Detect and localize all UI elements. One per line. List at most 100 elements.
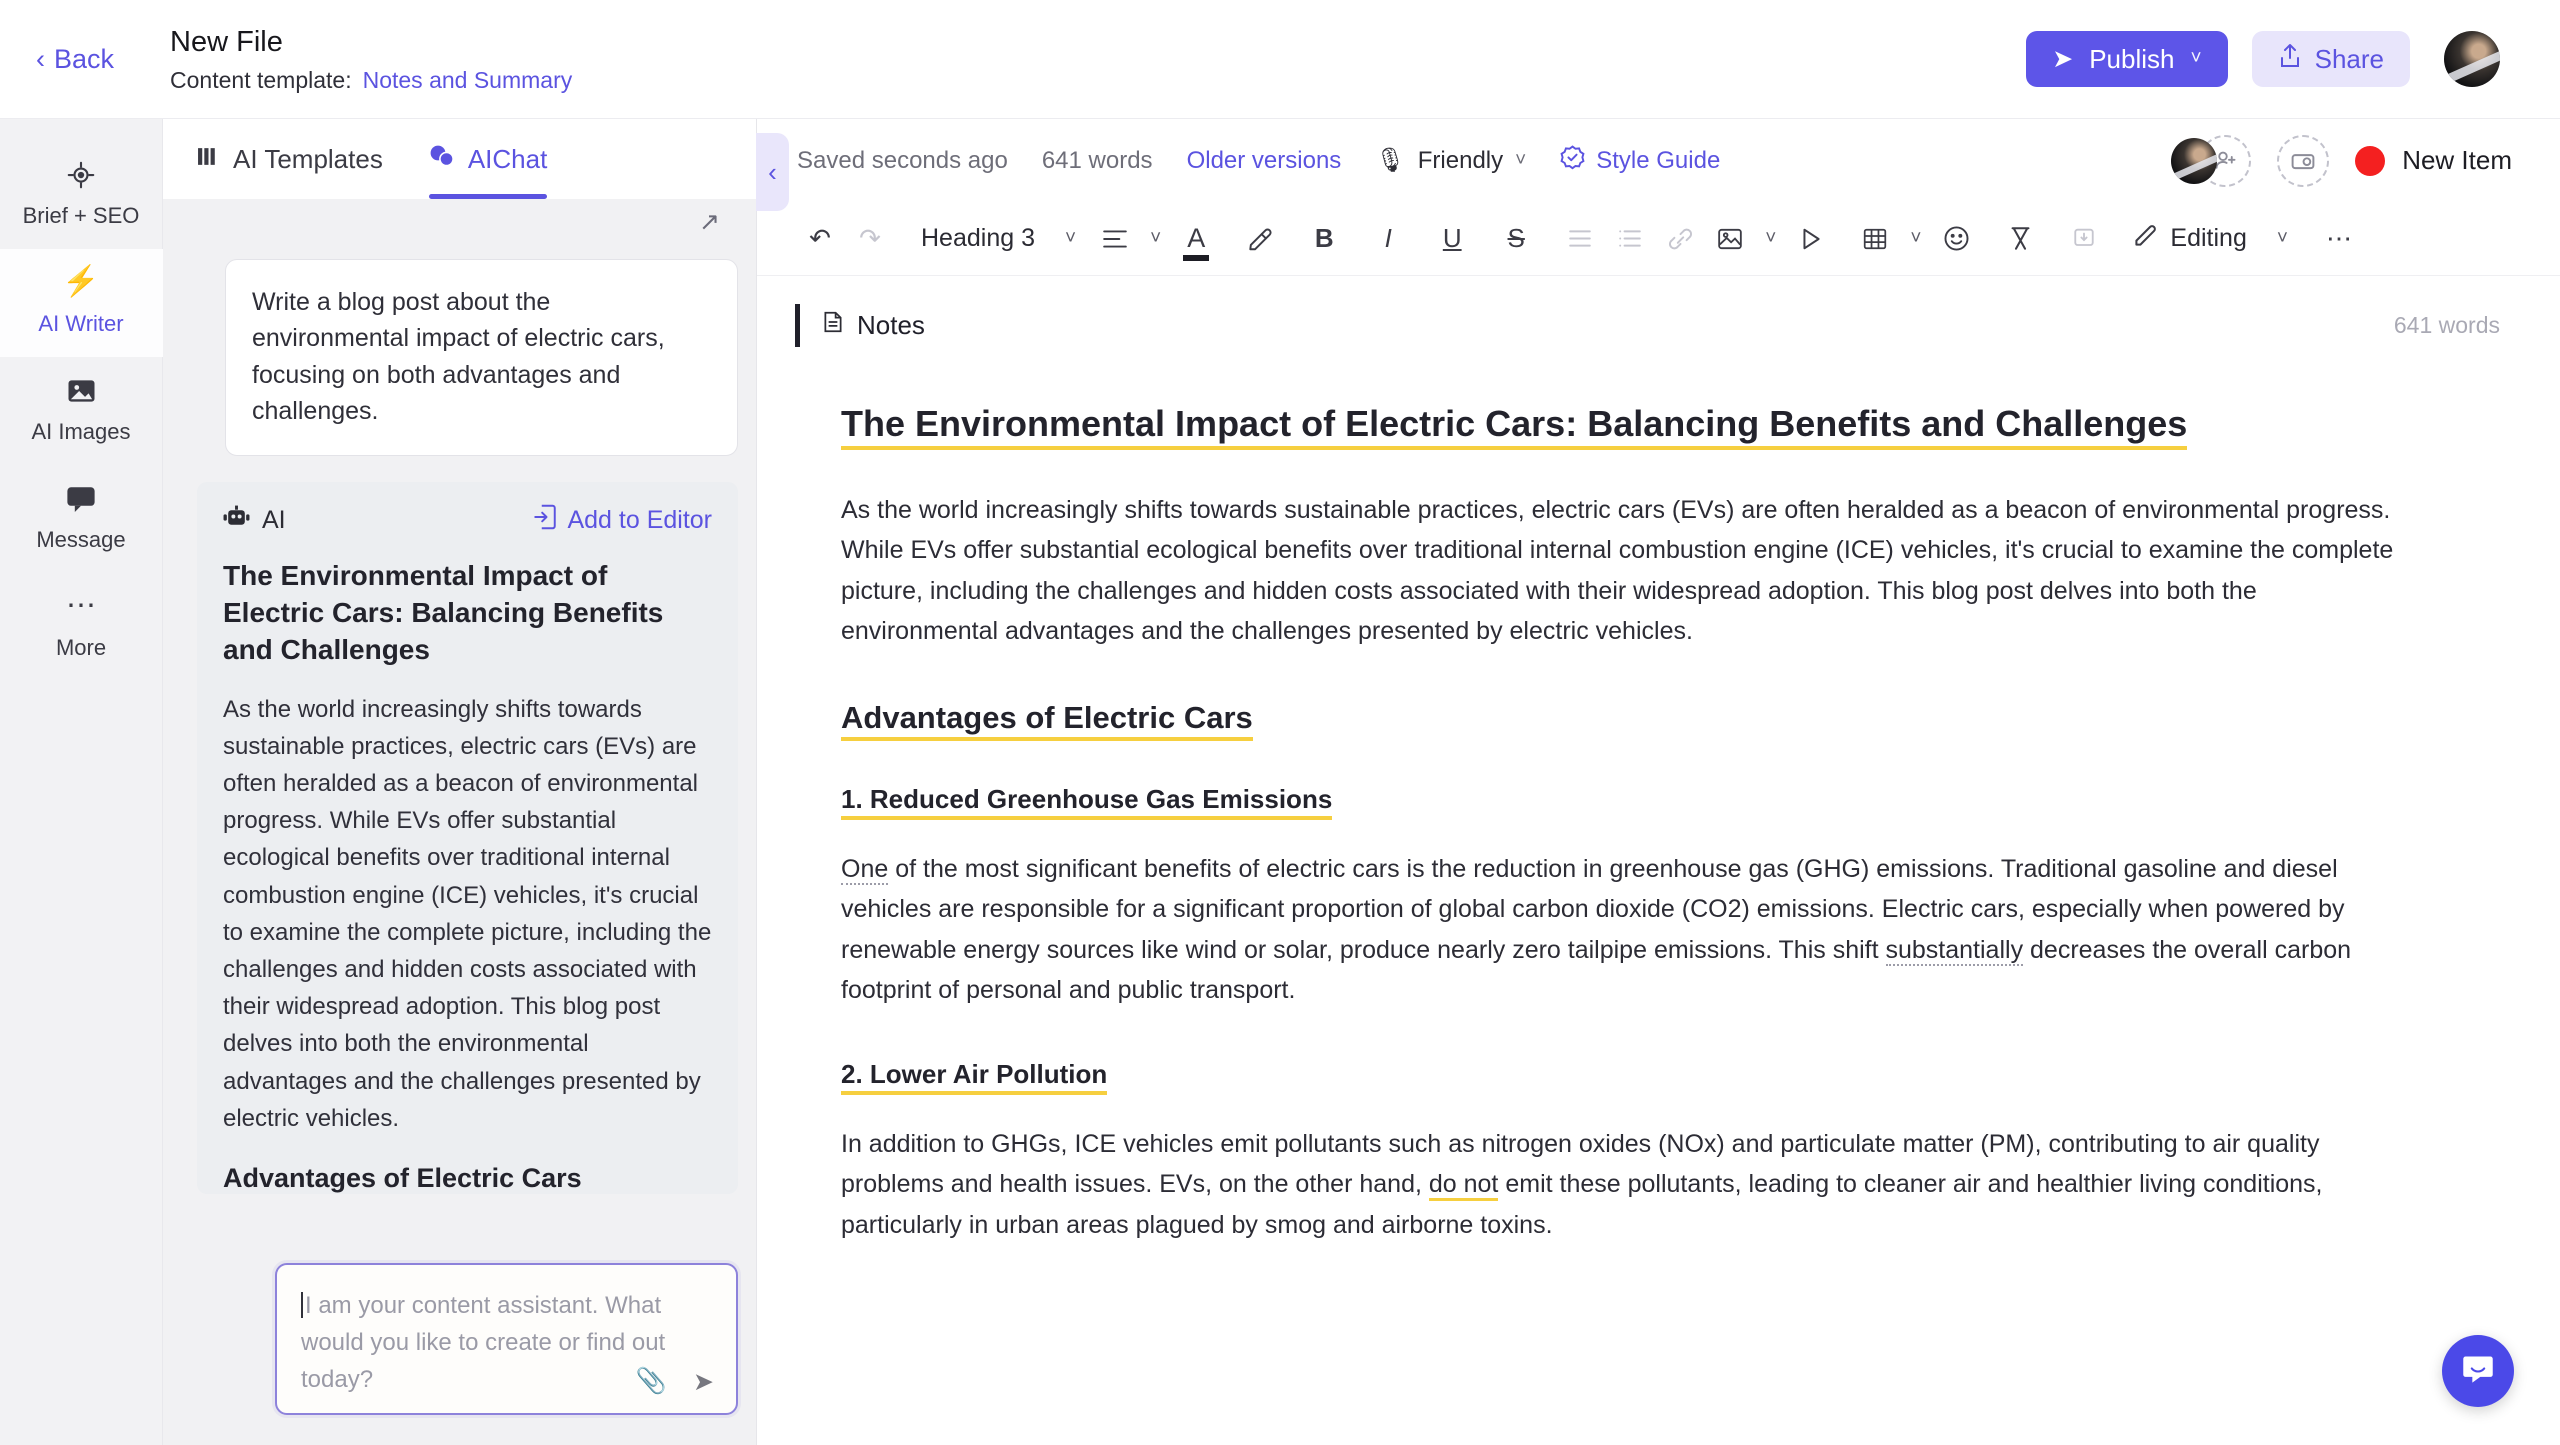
text-align-button[interactable] [1090,214,1140,264]
share-label: Share [2314,43,2384,74]
chevron-down-icon[interactable]: ˅ [2191,48,2202,70]
underline-button[interactable]: U [1427,214,1477,264]
publish-label: Publish [2089,43,2175,74]
subsection-paragraph-ghg: One of the most significant benefits of … [841,849,2409,1011]
numbered-list-button[interactable] [1605,214,1655,264]
tab-ai-templates[interactable]: AI Templates [197,119,383,199]
comment-button[interactable] [2059,214,2109,264]
embed-video-button[interactable] [1786,214,1836,264]
tone-selector[interactable]: 🎙 Friendly ˅ [1375,146,1526,175]
add-to-editor-button[interactable]: Add to Editor [533,504,712,537]
tab-ai-chat[interactable]: AIChat [428,119,548,199]
subsection-paragraph-air-pollution: In addition to GHGs, ICE vehicles emit p… [841,1124,2409,1246]
editing-dropdown-chevron[interactable]: ˅ [2277,228,2288,250]
bold-button[interactable]: B [1299,214,1349,264]
document-content[interactable]: The Environmental Impact of Electric Car… [757,347,2477,1245]
font-color-icon: A [1183,223,1210,261]
ellipsis-icon: ⋯ [66,589,96,622]
back-label: Back [54,43,115,74]
subsection-heading-block-2: 2. Lower Air Pollution [841,1058,2409,1095]
sidebar-label-brief-seo: Brief + SEO [22,203,140,228]
chat-input-wrapper: I am your content assistant. What would … [275,1263,738,1415]
more-options-button[interactable]: ⋯ [2314,214,2364,264]
font-color-button[interactable]: A [1171,214,1221,264]
saved-status: Saved seconds ago [797,146,1008,174]
style-guide-button[interactable]: Style Guide [1560,144,1720,177]
note-icon [822,310,844,341]
ai-badge: AI [223,505,286,536]
send-message-icon[interactable]: ➤ [693,1367,714,1397]
ai-label: AI [262,506,286,534]
align-dropdown-chevron[interactable]: ˅ [1150,228,1161,250]
chat-icon [429,144,455,175]
intercom-launcher-button[interactable] [2442,1335,2514,1407]
editing-mode-button[interactable]: Editing [2133,223,2247,255]
bullet-list-button[interactable] [1555,214,1605,264]
sidebar-item-ai-images[interactable]: AI Images [0,357,163,465]
clear-formatting-button[interactable] [1995,214,2045,264]
table-dropdown-chevron[interactable]: ˅ [1910,228,1921,250]
sidebar-item-brief-seo[interactable]: Brief + SEO [0,141,163,249]
editor-status-bar: Saved seconds ago 641 words Older versio… [757,119,2560,202]
image-dropdown-chevron[interactable]: ˅ [1765,228,1776,250]
sidebar-item-message[interactable]: Message [0,465,163,573]
add-to-doc-icon [533,504,557,537]
attachment-icon[interactable]: 📎 [636,1367,667,1397]
chevron-down-icon: ˅ [1064,227,1077,249]
user-message-bubble: Write a blog post about the environmenta… [225,259,738,456]
new-item-button[interactable]: New Item [2355,145,2512,176]
app-root: ‹ Back New File Content template: Notes … [0,0,2560,1445]
snapshot-icon[interactable] [2277,134,2330,187]
ai-chat-panel: AI Templates AIChat ‹ ↗ Write a blog pos… [163,119,789,1445]
back-button[interactable]: ‹ Back [22,36,128,83]
redo-button[interactable]: ↷ [845,214,895,264]
chevron-down-icon: ˅ [1515,149,1527,171]
older-versions-link[interactable]: Older versions [1187,147,1342,175]
invite-group[interactable] [2171,134,2252,187]
add-to-editor-label: Add to Editor [567,506,712,534]
italic-button[interactable]: I [1363,214,1413,264]
app-header: ‹ Back New File Content template: Notes … [0,0,2560,119]
publish-button[interactable]: ➤ Publish ˅ [2026,31,2228,87]
insert-table-button[interactable] [1850,214,1900,264]
undo-button[interactable]: ↶ [795,214,845,264]
block-style-selector[interactable]: Heading 3 ˅ [921,224,1076,253]
editor-scroll-area[interactable]: Notes 641 words The Environmental Impact… [757,276,2560,1445]
tone-label: Friendly [1417,146,1504,174]
target-icon [0,159,163,193]
lightning-icon: ⚡ [62,265,100,298]
file-title: New File [170,25,283,58]
ai-response-next-heading: Advantages of Electric Cars [223,1162,582,1193]
collaborator-avatar[interactable] [2171,137,2218,184]
share-button[interactable]: Share [2251,31,2410,87]
text-caret [301,1292,303,1318]
insert-image-button[interactable] [1705,214,1755,264]
ai-response-header: AI Add to Editor [223,504,712,537]
document-editor: Saved seconds ago 641 words Older versio… [757,119,2560,1445]
document-title-block: The Environmental Impact of Electric Car… [841,401,2409,450]
editor-word-count: 641 words [1041,146,1153,174]
link-button[interactable] [1655,214,1705,264]
emoji-button[interactable] [1931,214,1981,264]
file-title-block: New File Content template: Notes and Sum… [170,24,572,94]
sidebar-item-more[interactable]: ⋯ More [0,573,163,681]
tab-label-ai-chat: AIChat [467,143,548,174]
chat-scroll-area[interactable]: Write a blog post about the environmenta… [163,199,756,1445]
editing-mode-label: Editing [2170,224,2247,252]
strikethrough-button[interactable]: S [1491,214,1541,264]
sidebar-label-ai-images: AI Images [31,419,131,444]
content-template-link[interactable]: Notes and Summary [363,67,573,94]
collaboration-controls: New Item [2171,134,2512,187]
left-nav-rail: Brief + SEO ⚡ AI Writer AI Images Messag… [0,119,163,1445]
user-avatar[interactable] [2444,31,2500,87]
grid-icon [197,144,220,175]
ai-response-card: AI Add to Editor The Environmental Impac… [197,482,738,1194]
notes-title: Notes [857,310,925,340]
chat-input-box[interactable]: I am your content assistant. What would … [275,1263,738,1415]
collapse-panel-button[interactable]: ‹ [756,133,789,211]
highlight-button[interactable] [1235,214,1285,264]
ai-response-paragraph: As the world increasingly shifts towards… [223,695,712,1132]
spellcheck-word: One [841,854,889,885]
subsection-heading-block-1: 1. Reduced Greenhouse Gas Emissions [841,783,2409,820]
sidebar-item-ai-writer[interactable]: ⚡ AI Writer [0,249,163,357]
